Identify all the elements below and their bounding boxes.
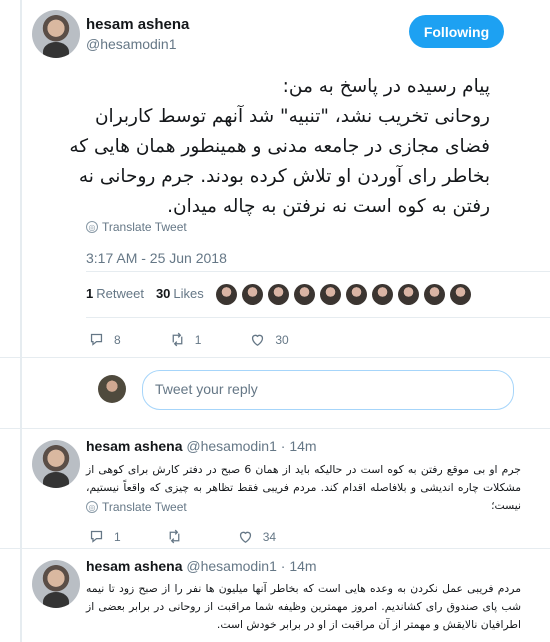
reply-author-handle[interactable]: @hesamodin1	[186, 558, 277, 574]
tweet-stats: 1 Retweet 30 Likes	[86, 286, 204, 301]
liker-avatar[interactable]	[320, 284, 341, 305]
reply-author-name[interactable]: hesam ashena	[86, 438, 183, 454]
reply-composer: Tweet your reply	[98, 370, 538, 410]
liker-avatar[interactable]	[372, 284, 393, 305]
liker-avatar[interactable]	[346, 284, 367, 305]
reply-time[interactable]: 14m	[289, 438, 316, 454]
following-button[interactable]: Following	[409, 15, 504, 48]
reply-text: مردم فریبی عمل نکردن به وعده هایی است که…	[86, 582, 521, 631]
reply-author-name[interactable]: hesam ashena	[86, 558, 183, 574]
tweet-timestamp[interactable]: 3:17 AM - 25 Jun 2018	[86, 250, 227, 266]
translate-icon: ◎	[86, 501, 98, 513]
reply-author-avatar[interactable]	[32, 560, 80, 608]
liker-avatar[interactable]	[294, 284, 315, 305]
stats-divider-bottom	[86, 317, 550, 318]
liker-avatar[interactable]	[450, 284, 471, 305]
author-name[interactable]: hesam ashena	[86, 16, 189, 33]
thread-line	[20, 0, 22, 642]
retweet-icon	[169, 529, 180, 544]
like-icon	[239, 531, 251, 543]
current-user-avatar[interactable]	[98, 375, 126, 403]
reply-tweet[interactable]: hesam ashena @hesamodin1 · 14m جرم او بی…	[28, 428, 550, 548]
retweet-action[interactable]	[166, 528, 192, 545]
reply-icon	[90, 333, 103, 346]
liker-avatar[interactable]	[216, 284, 237, 305]
retweet-action[interactable]: 1	[169, 331, 201, 348]
liker-avatar[interactable]	[268, 284, 289, 305]
retweet-stat[interactable]: 1 Retweet	[86, 286, 144, 301]
reply-icon	[90, 530, 103, 543]
liker-avatars	[216, 284, 471, 305]
reply-translate-tweet-link[interactable]: ◎ Translate Tweet	[86, 500, 187, 514]
tweet-reply-input[interactable]: Tweet your reply	[142, 370, 514, 410]
tweet-text: پیام رسیده در پاسخ به من: روحانی تخریب ن…	[69, 76, 490, 217]
liker-avatar[interactable]	[242, 284, 263, 305]
translate-icon: ◎	[86, 221, 98, 233]
liker-avatar[interactable]	[398, 284, 419, 305]
likes-stat[interactable]: 30 Likes	[156, 286, 204, 301]
stats-divider-top	[86, 271, 550, 272]
like-action[interactable]: 30	[249, 331, 289, 348]
main-action-bar: 8 1 30	[88, 331, 418, 348]
translate-label: Translate Tweet	[102, 500, 187, 514]
like-icon	[252, 334, 264, 346]
author-avatar[interactable]	[32, 10, 80, 58]
reply-author-avatar[interactable]	[32, 440, 80, 488]
main-tweet: hesam ashena @hesamodin1 Following پیام …	[0, 0, 550, 428]
like-action[interactable]: 34	[237, 528, 276, 545]
reply-header: hesam ashena @hesamodin1 · 14m	[86, 558, 317, 574]
reply-author-handle[interactable]: @hesamodin1	[186, 438, 277, 454]
reply-action[interactable]: 8	[88, 331, 121, 348]
reply-action-bar: 1 34	[88, 528, 348, 545]
reply-time[interactable]: 14m	[289, 558, 316, 574]
reply-action[interactable]: 1	[88, 528, 121, 545]
liker-avatar[interactable]	[424, 284, 445, 305]
reply-tweet[interactable]: hesam ashena @hesamodin1 · 14m مردم فریب…	[28, 548, 550, 642]
reply-dot: ·	[280, 438, 286, 454]
translate-label: Translate Tweet	[102, 220, 187, 234]
retweet-icon	[172, 332, 183, 347]
translate-tweet-link[interactable]: ◎ Translate Tweet	[86, 220, 187, 234]
reply-box-divider	[0, 357, 550, 358]
reply-dot: ·	[280, 558, 286, 574]
reply-header: hesam ashena @hesamodin1 · 14m	[86, 438, 317, 454]
author-handle[interactable]: @hesamodin1	[86, 36, 177, 52]
